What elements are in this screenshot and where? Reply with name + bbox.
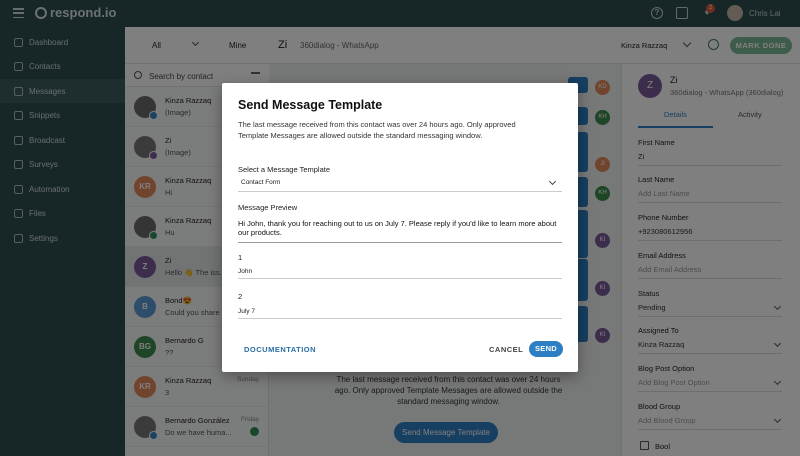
send-button[interactable]: SEND xyxy=(529,341,563,357)
message-preview: Hi John, thank you for reaching out to u… xyxy=(238,219,562,243)
param-1-input[interactable]: John xyxy=(238,265,562,279)
chevron-down-icon[interactable] xyxy=(548,177,557,186)
cancel-button[interactable]: CANCEL xyxy=(489,345,523,354)
template-select-value: Contact Form xyxy=(241,179,281,186)
send-template-modal: Send Message Template The last message r… xyxy=(222,83,578,372)
select-label: Select a Message Template xyxy=(238,165,330,174)
param-label: 2 xyxy=(238,292,243,301)
modal-description: The last message received from this cont… xyxy=(238,120,516,140)
param-2-input[interactable]: July 7 xyxy=(238,305,562,319)
template-select[interactable]: Contact Form xyxy=(238,177,562,192)
documentation-link[interactable]: DOCUMENTATION xyxy=(244,345,316,354)
param-label: 1 xyxy=(238,253,243,262)
preview-label: Message Preview xyxy=(238,203,298,212)
modal-title: Send Message Template xyxy=(238,98,383,112)
